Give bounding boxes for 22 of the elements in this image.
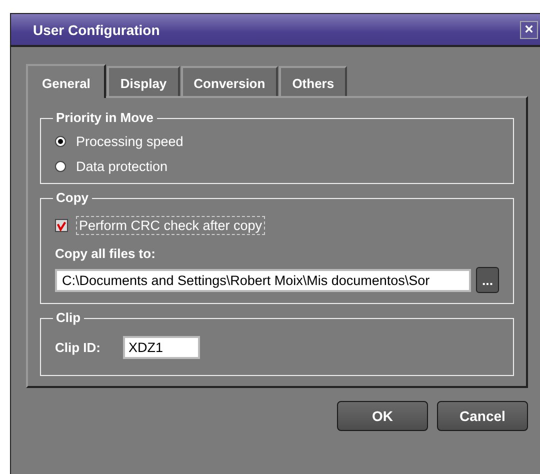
radio-button[interactable] (55, 136, 66, 147)
tab[interactable]: Conversion (180, 66, 278, 96)
group-title: Priority in Move (53, 110, 157, 125)
checkbox[interactable] (55, 219, 68, 232)
tab[interactable]: General (26, 64, 106, 98)
browse-button[interactable]: ... (476, 267, 499, 293)
path-field[interactable]: C:\Documents and Settings\Robert Moix\Mis documentos\Sor (55, 268, 471, 292)
tab[interactable]: Display (107, 66, 180, 96)
tab[interactable]: Others (279, 66, 348, 96)
dialog-button[interactable]: OK (337, 401, 428, 431)
window-title: User Configuration (33, 22, 160, 38)
checkbox-label: Perform CRC check after copy (76, 216, 266, 235)
option-label: Data protection (76, 159, 168, 174)
dialog-button[interactable]: Cancel (437, 401, 528, 431)
field-label: Clip ID: (55, 340, 100, 354)
clip-id-field[interactable]: XDZ1 (122, 336, 200, 358)
option-label: Processing speed (76, 134, 184, 149)
field-label: Copy all files to: (55, 246, 156, 261)
close-button[interactable]: × (520, 20, 538, 38)
radio-button[interactable] (55, 161, 66, 172)
group-title: Copy (53, 190, 92, 205)
group-title: Clip (53, 310, 84, 325)
